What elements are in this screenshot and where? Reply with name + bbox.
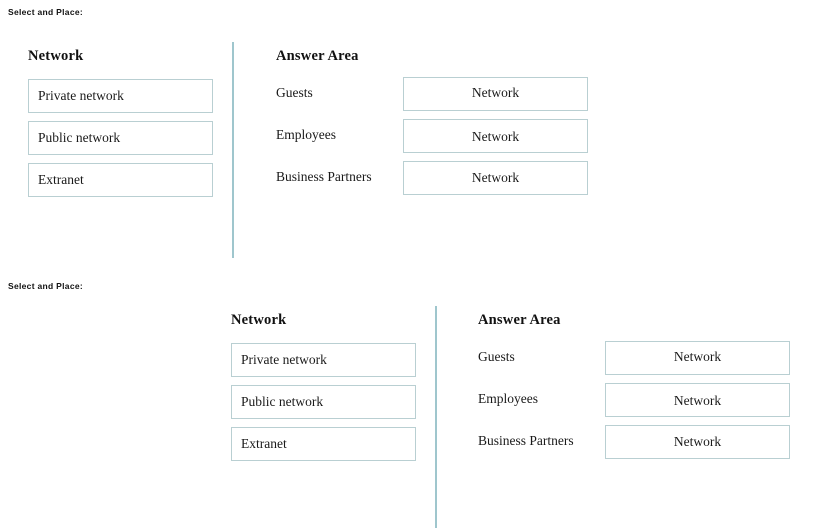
drag-item-label: Private network bbox=[241, 352, 327, 368]
drag-item-label: Public network bbox=[38, 130, 121, 146]
question-page: Select and Place: Network Private networ… bbox=[0, 0, 818, 528]
drop-target-value: Network bbox=[673, 434, 722, 450]
answer-row-label: Employees bbox=[276, 127, 336, 142]
drag-item-label: Public network bbox=[241, 394, 324, 410]
drop-target-value: Network bbox=[471, 85, 520, 101]
source-panel: Network Private network Public network E… bbox=[231, 312, 416, 461]
answer-row: Guests Network bbox=[478, 341, 790, 383]
question-block-2: Select and Place: Network Private networ… bbox=[0, 272, 818, 528]
drop-target[interactable]: Network bbox=[403, 161, 588, 195]
answer-row-label: Guests bbox=[478, 349, 515, 364]
drop-target[interactable]: Network bbox=[605, 425, 790, 459]
select-and-place-caption: Select and Place: bbox=[8, 7, 84, 17]
drag-item-label: Extranet bbox=[241, 436, 287, 452]
drag-item[interactable]: Private network bbox=[231, 343, 416, 377]
answer-area-title: Answer Area bbox=[478, 312, 561, 328]
drop-target-value: Network bbox=[673, 393, 722, 409]
section-divider bbox=[232, 42, 234, 258]
answer-area-panel: Answer Area Guests Network Employees Net… bbox=[478, 312, 790, 467]
source-panel: Network Private network Public network E… bbox=[28, 48, 213, 197]
drop-target-value: Network bbox=[471, 170, 520, 186]
answer-row: Business Partners Network bbox=[478, 425, 790, 467]
drop-target-value: Network bbox=[471, 129, 520, 145]
answer-row: Guests Network bbox=[276, 77, 588, 119]
answer-row-label: Employees bbox=[478, 391, 538, 406]
source-panel-title: Network bbox=[28, 48, 84, 64]
source-panel-title: Network bbox=[231, 312, 287, 328]
drag-item[interactable]: Extranet bbox=[28, 163, 213, 197]
drag-item[interactable]: Public network bbox=[231, 385, 416, 419]
drop-target[interactable]: Network bbox=[403, 77, 588, 111]
drop-target[interactable]: Network bbox=[605, 383, 790, 417]
answer-row-label: Business Partners bbox=[478, 433, 574, 448]
drag-item-label: Extranet bbox=[38, 172, 84, 188]
question-block-1: Select and Place: Network Private networ… bbox=[0, 0, 818, 270]
drop-target[interactable]: Network bbox=[403, 119, 588, 153]
answer-row: Employees Network bbox=[478, 383, 790, 425]
drag-item[interactable]: Private network bbox=[28, 79, 213, 113]
answer-area-panel: Answer Area Guests Network Employees Net… bbox=[276, 48, 588, 203]
drop-target[interactable]: Network bbox=[605, 341, 790, 375]
select-and-place-caption: Select and Place: bbox=[8, 281, 84, 291]
drop-target-value: Network bbox=[673, 349, 722, 365]
answer-rows: Guests Network Employees Network Busines… bbox=[478, 341, 790, 467]
answer-row: Business Partners Network bbox=[276, 161, 588, 203]
answer-rows: Guests Network Employees Network Busines… bbox=[276, 77, 588, 203]
section-divider bbox=[435, 306, 437, 528]
drag-item[interactable]: Public network bbox=[28, 121, 213, 155]
answer-row-label: Guests bbox=[276, 85, 313, 100]
drag-item-label: Private network bbox=[38, 88, 124, 104]
answer-row: Employees Network bbox=[276, 119, 588, 161]
answer-row-label: Business Partners bbox=[276, 169, 372, 184]
drag-item[interactable]: Extranet bbox=[231, 427, 416, 461]
answer-area-title: Answer Area bbox=[276, 48, 359, 64]
